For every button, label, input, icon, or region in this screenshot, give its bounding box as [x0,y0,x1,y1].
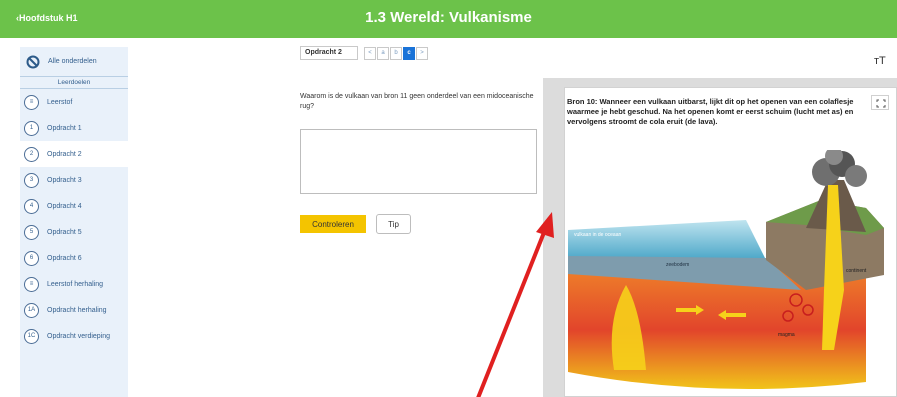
sidebar-item-8[interactable]: ≡ Leerstof herhaling [20,271,128,297]
sidebar-item-badge: 4 [24,198,39,214]
sidebar-item-label: Opdracht 5 [47,228,82,236]
sidebar-item-label: Leerstof herhaling [47,280,104,288]
exercise-pager: Opdracht 2 < abc > [300,46,429,60]
sidebar: Alle onderdelen Leerdoelen ≡ Leerstof 1 Opd… [20,47,128,397]
sidebar-item-badge: 3 [24,172,39,188]
sidebar-item-4[interactable]: 3 Opdracht 3 [20,167,128,193]
label-continent: continent [846,268,867,274]
answer-textarea[interactable] [300,129,537,194]
sidebar-item-badge: ≡ [24,276,39,292]
label-magma: magma [778,332,795,338]
sidebar-item-label: Opdracht 1 [47,124,82,132]
top-bar: ‹Hoofdstuk H1 1.3 Wereld: Vulkanisme [0,0,897,38]
sidebar-item-9[interactable]: 1A Opdracht herhaling [20,297,128,323]
part-button-a[interactable]: a [377,46,389,60]
all-sections-button[interactable]: Alle onderdelen [20,47,128,77]
sidebar-item-badge: ≡ [24,94,39,110]
sidebar-item-label: Opdracht 6 [47,254,82,262]
sidebar-item-2[interactable]: 1 Opdracht 1 [20,115,128,141]
sidebar-item-7[interactable]: 6 Opdracht 6 [20,245,128,271]
text-size-button[interactable]: тT [874,55,886,67]
source-caption: Bron 10: Wanneer een vulkaan uitbarst, l… [567,97,854,126]
sidebar-item-5[interactable]: 4 Opdracht 4 [20,193,128,219]
exercise-dropdown[interactable]: Opdracht 2 [300,46,358,60]
label-oceanic-crust: zeebodem [666,262,689,268]
prev-part-button[interactable]: < [364,46,376,60]
sidebar-item-label: Opdracht verdieping [47,332,111,340]
sidebar-item-label: Opdracht 2 [47,150,82,158]
sidebar-item-label: Leerstof [47,98,73,106]
volcano-illustration: vulkaan in de oceaan zeebodem continent … [568,150,884,390]
sidebar-item-badge: 2 [24,146,39,162]
part-button-c[interactable]: c [403,46,415,60]
all-sections-label: Alle onderdelen [48,58,97,65]
sidebar-item-badge: 1C [24,328,39,344]
sidebar-item-badge: 1A [24,302,39,318]
expand-icon [876,99,886,108]
sidebar-item-1[interactable]: ≡ Leerstof [20,89,128,115]
sidebar-section-header: Leerdoelen [20,77,128,89]
sidebar-item-3[interactable]: 2 Opdracht 2 [20,141,128,167]
sidebar-item-10[interactable]: 1C Opdracht verdieping [20,323,128,349]
sidebar-item-label: Opdracht herhaling [47,306,107,314]
sidebar-list: ≡ Leerstof 1 Opdracht 1 2 Opdracht 2 3 Opdracht… [20,89,128,349]
check-button[interactable]: Controleren [300,215,366,233]
page-title: 1.3 Wereld: Vulkanisme [365,9,532,26]
expand-button[interactable] [871,95,889,110]
sidebar-item-badge: 5 [24,224,39,240]
tip-button[interactable]: Tip [376,214,411,234]
sidebar-item-label: Opdracht 4 [47,202,82,210]
label-oceanic-volcano: vulkaan in de oceaan [574,232,621,238]
part-button-b[interactable]: b [390,46,402,60]
sidebar-item-6[interactable]: 5 Opdracht 5 [20,219,128,245]
part-buttons: abc [377,46,416,60]
next-part-button[interactable]: > [416,46,428,60]
question-text: Waarom is de vulkaan van bron 11 geen on… [300,93,534,110]
sidebar-item-badge: 1 [24,120,39,136]
annotation-arrow [476,212,554,397]
sidebar-item-label: Opdracht 3 [47,176,82,184]
sidebar-item-badge: 6 [24,250,39,266]
no-filter-icon [26,55,40,68]
